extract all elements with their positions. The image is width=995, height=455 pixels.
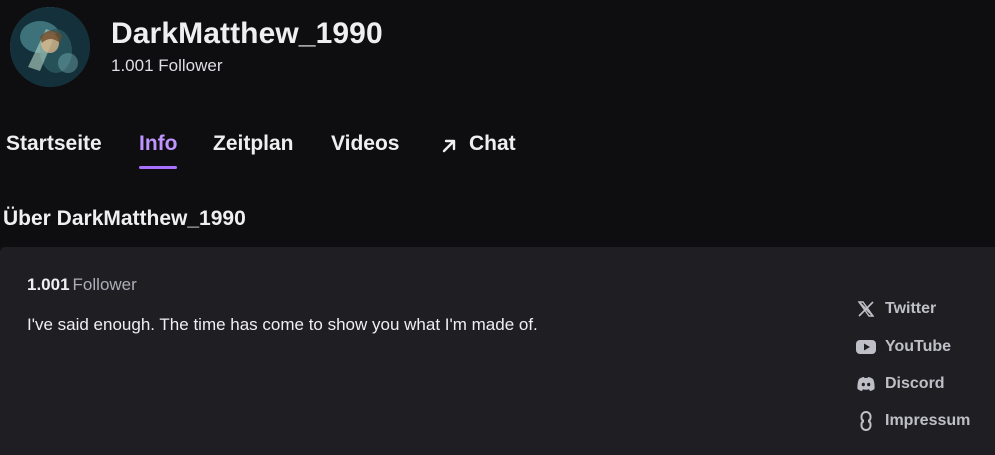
social-link-label: Impressum xyxy=(885,412,971,429)
arrow-up-right-icon xyxy=(442,139,456,153)
channel-page: DarkMatthew_1990 1.001 Follower Startsei… xyxy=(0,0,995,455)
tab-label: Videos xyxy=(331,132,400,155)
social-link-twitter[interactable]: Twitter xyxy=(855,297,936,321)
about-heading: Über DarkMatthew_1990 xyxy=(3,207,246,230)
tab-label: Info xyxy=(139,132,178,155)
social-link-label: Twitter xyxy=(885,300,937,317)
follower-label: Follower xyxy=(72,275,137,294)
avatar[interactable] xyxy=(10,7,90,87)
tab-videos[interactable]: Videos xyxy=(331,128,399,172)
tab-startseite[interactable]: Startseite xyxy=(6,128,102,172)
social-link-youtube[interactable]: YouTube xyxy=(855,335,951,359)
tab-chat[interactable]: Chat xyxy=(439,128,516,172)
about-follower-count: 1.001 Follower xyxy=(27,275,137,295)
social-link-discord[interactable]: Discord xyxy=(855,372,945,396)
x-twitter-icon xyxy=(855,298,877,320)
tab-label: Startseite xyxy=(6,132,102,155)
youtube-icon xyxy=(855,336,877,358)
link-icon xyxy=(855,410,877,432)
follower-number: 1.001 xyxy=(27,275,70,294)
tab-zeitplan[interactable]: Zeitplan xyxy=(213,128,294,172)
channel-bio: I've said enough. The time has come to s… xyxy=(27,315,538,334)
tab-label: Zeitplan xyxy=(213,132,294,155)
tab-info[interactable]: Info xyxy=(139,128,178,172)
about-panel: 1.001 Follower I've said enough. The time… xyxy=(0,247,995,455)
discord-icon xyxy=(855,373,877,395)
channel-name: DarkMatthew_1990 xyxy=(111,17,383,50)
social-link-label: Discord xyxy=(885,375,945,392)
channel-tabs: Startseite Info Zeitplan Videos Chat xyxy=(0,128,995,172)
follower-count: 1.001 Follower xyxy=(111,56,223,75)
tab-label: Chat xyxy=(469,132,516,155)
social-link-impressum[interactable]: Impressum xyxy=(855,409,970,433)
social-link-label: YouTube xyxy=(885,338,952,355)
